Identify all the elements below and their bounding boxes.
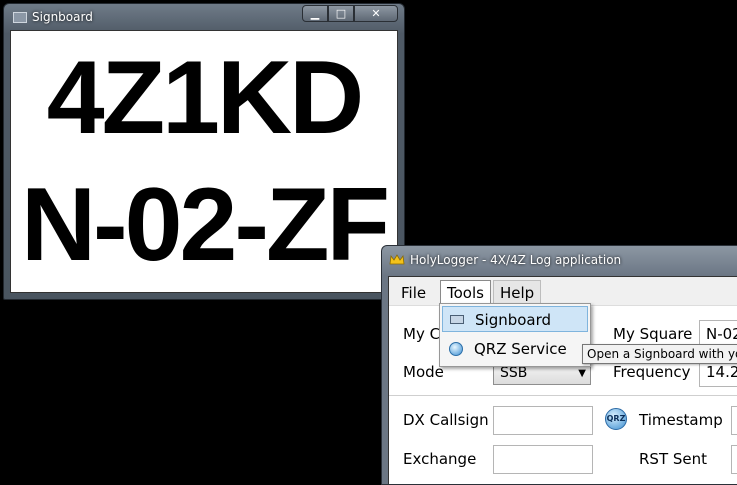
exchange-input[interactable] — [493, 445, 593, 474]
caption-buttons: ▁ □ ✕ — [302, 5, 398, 22]
close-button[interactable]: ✕ — [354, 5, 398, 22]
minimize-button[interactable]: ▁ — [302, 5, 328, 22]
divider — [389, 395, 737, 396]
my-square-label: My Square — [613, 325, 693, 343]
tools-dropdown: Signboard QRZ Service — [439, 303, 591, 367]
signboard-window: Signboard ▁ □ ✕ 4Z1KD N-02-ZF — [3, 3, 405, 300]
maximize-button[interactable]: □ — [328, 5, 354, 22]
window-icon — [13, 12, 27, 23]
crown-icon — [389, 254, 405, 265]
menu-bar: File Tools Help — [389, 277, 737, 306]
globe-icon — [449, 342, 463, 356]
dx-callsign-input[interactable] — [493, 406, 593, 435]
menu-item-signboard[interactable]: Signboard — [442, 306, 588, 332]
qrz-lookup-icon[interactable]: QRZ — [605, 408, 627, 430]
square-text: N-02-ZF — [20, 167, 390, 283]
window-icon — [450, 315, 464, 324]
timestamp-field[interactable]: 0 — [731, 406, 737, 435]
menu-item-label: QRZ Service — [474, 340, 567, 358]
holylogger-title: HolyLogger - 4X/4Z Log application — [410, 253, 622, 267]
mode-value: SSB — [500, 365, 528, 381]
exchange-label: Exchange — [403, 450, 477, 468]
tooltip: Open a Signboard with your — [582, 344, 737, 364]
mode-label: Mode — [403, 363, 444, 381]
my-callsign-label: My C — [403, 325, 441, 343]
signboard-title: Signboard — [32, 10, 93, 24]
dx-callsign-label: DX Callsign — [403, 411, 489, 429]
rst-sent-label: RST Sent — [639, 450, 708, 468]
frequency-label: Frequency — [613, 363, 691, 381]
menu-item-label: Signboard — [475, 311, 552, 329]
callsign-text: 4Z1KD — [46, 40, 364, 156]
rst-sent-field[interactable]: 5 — [731, 445, 737, 474]
menu-file[interactable]: File — [395, 282, 432, 304]
timestamp-label: Timestamp — [639, 411, 723, 429]
signboard-display: 4Z1KD N-02-ZF — [10, 30, 398, 293]
menu-item-qrz-service[interactable]: QRZ Service — [442, 336, 588, 362]
signboard-titlebar[interactable]: Signboard ▁ □ ✕ — [4, 4, 404, 28]
